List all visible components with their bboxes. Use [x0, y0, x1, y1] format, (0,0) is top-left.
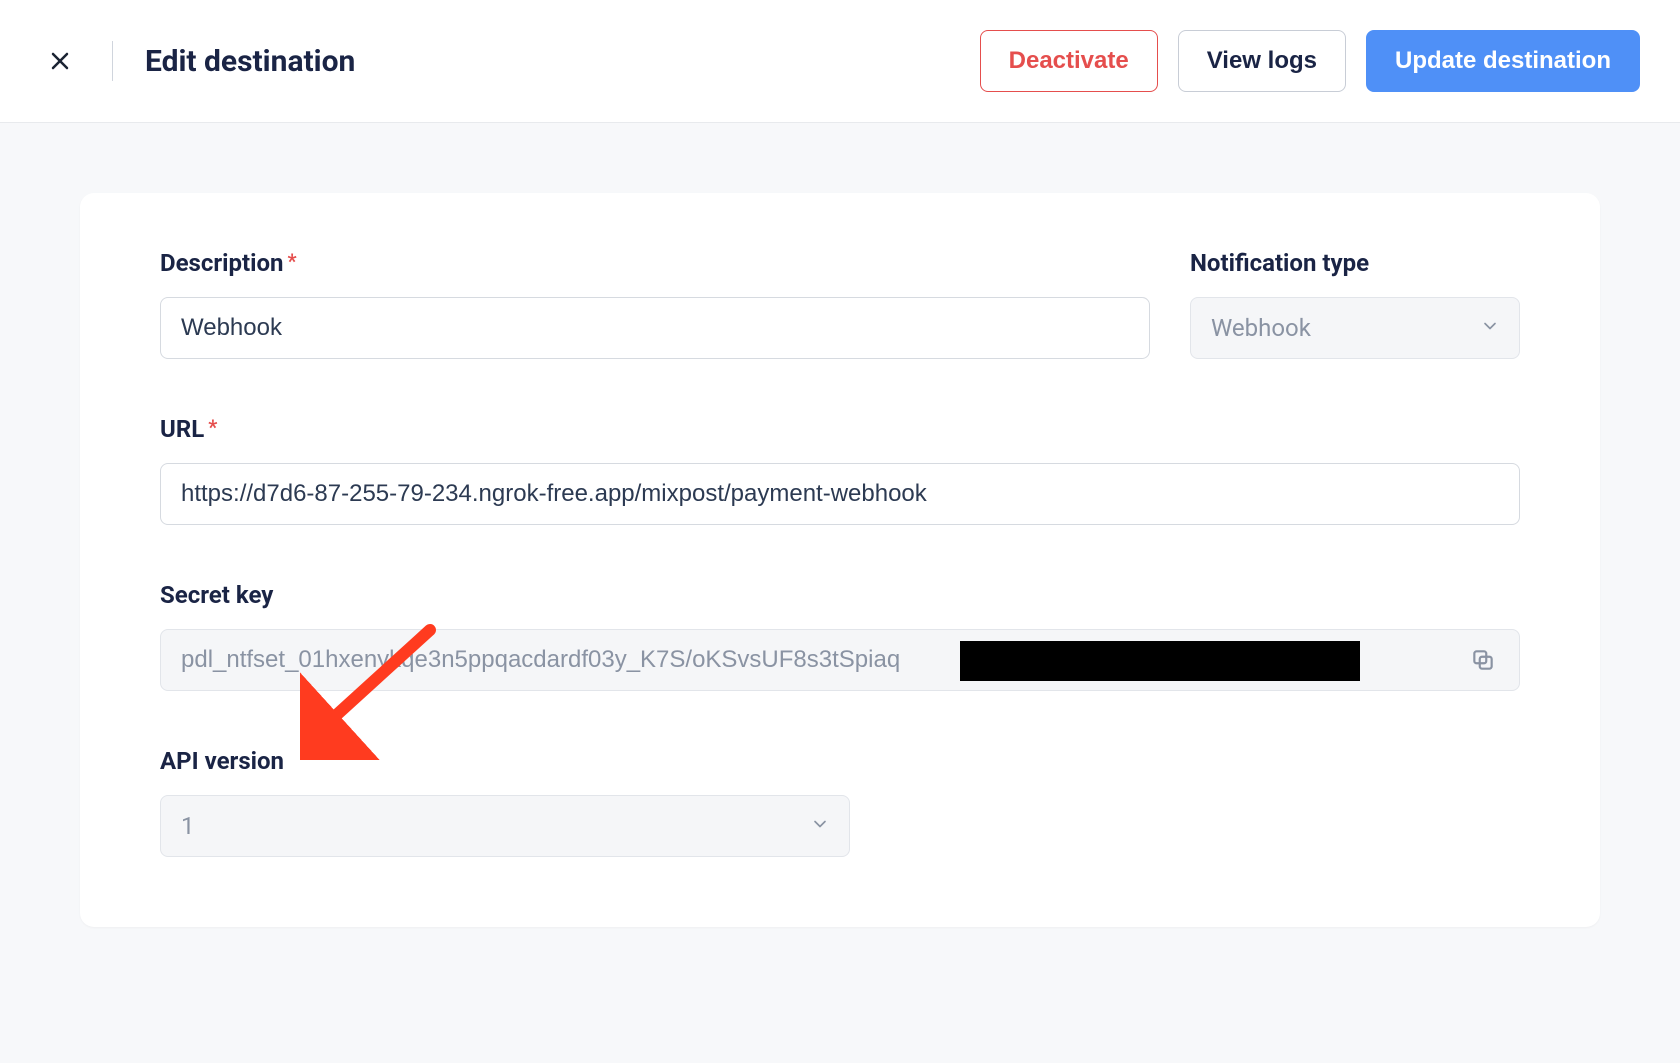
api-version-select-wrapper: 1: [160, 795, 850, 857]
required-indicator: *: [288, 251, 297, 271]
notification-type-label: Notification type: [1190, 249, 1520, 277]
secret-key-redaction: [960, 641, 1360, 681]
header-actions: Deactivate View logs Update destination: [980, 30, 1640, 92]
copy-secret-button[interactable]: [1464, 641, 1502, 679]
group-api-version: API version 1: [160, 747, 1520, 857]
group-description: Description *: [160, 249, 1150, 359]
api-version-select[interactable]: 1: [160, 795, 850, 857]
secret-key-input-wrap: [160, 629, 1520, 691]
description-input[interactable]: [160, 297, 1150, 359]
update-destination-button[interactable]: Update destination: [1366, 30, 1640, 92]
description-label-text: Description: [160, 249, 284, 277]
notification-type-select[interactable]: Webhook: [1190, 297, 1520, 359]
main-area: Description * Notification type Webhook: [0, 123, 1680, 1063]
secret-key-label: Secret key: [160, 581, 1520, 609]
url-label-text: URL: [160, 415, 204, 443]
group-secret-key: Secret key: [160, 581, 1520, 691]
page-title: Edit destination: [145, 44, 355, 79]
notification-type-select-wrapper: Webhook: [1190, 297, 1520, 359]
page-header: Edit destination Deactivate View logs Up…: [0, 0, 1680, 123]
secret-key-row: [160, 629, 1520, 691]
api-version-field: 1: [160, 795, 850, 857]
row-description-notification: Description * Notification type Webhook: [160, 249, 1520, 359]
notification-type-label-text: Notification type: [1190, 249, 1369, 277]
description-label: Description *: [160, 249, 1150, 277]
form-card: Description * Notification type Webhook: [80, 193, 1600, 927]
url-label: URL *: [160, 415, 1520, 443]
api-version-label: API version: [160, 747, 1520, 775]
group-notification-type: Notification type Webhook: [1190, 249, 1520, 359]
group-url: URL *: [160, 415, 1520, 525]
required-indicator: *: [208, 417, 217, 437]
header-divider: [112, 41, 113, 81]
close-icon: [48, 49, 72, 73]
secret-key-label-text: Secret key: [160, 581, 273, 609]
url-input[interactable]: [160, 463, 1520, 525]
view-logs-button[interactable]: View logs: [1178, 30, 1346, 92]
copy-icon: [1470, 647, 1496, 673]
api-version-label-text: API version: [160, 747, 284, 775]
deactivate-button[interactable]: Deactivate: [980, 30, 1158, 92]
close-button[interactable]: [40, 41, 80, 81]
header-left: Edit destination: [40, 41, 355, 81]
